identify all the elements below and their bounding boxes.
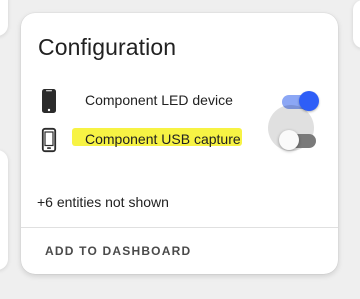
adjacent-card-left-top xyxy=(0,0,8,36)
toggle-knob xyxy=(279,130,299,150)
hidden-entities-note: +6 entities not shown xyxy=(37,194,169,210)
usb-capture-toggle[interactable] xyxy=(279,129,319,151)
cellphone-outline-icon xyxy=(39,127,59,153)
entity-name: Component LED device xyxy=(85,92,233,108)
cellphone-icon xyxy=(39,88,59,114)
add-to-dashboard-button[interactable]: ADD TO DASHBOARD xyxy=(45,244,191,258)
adjacent-card-right-top xyxy=(353,0,360,48)
card-divider xyxy=(21,227,338,228)
configuration-card: Configuration Component LED device Compo… xyxy=(21,13,338,274)
entity-row-usb-capture[interactable]: Component USB capture xyxy=(21,122,338,158)
entity-name: Component USB capture xyxy=(85,131,241,147)
adjacent-card-left-bottom xyxy=(0,150,8,270)
card-title: Configuration xyxy=(38,34,177,60)
